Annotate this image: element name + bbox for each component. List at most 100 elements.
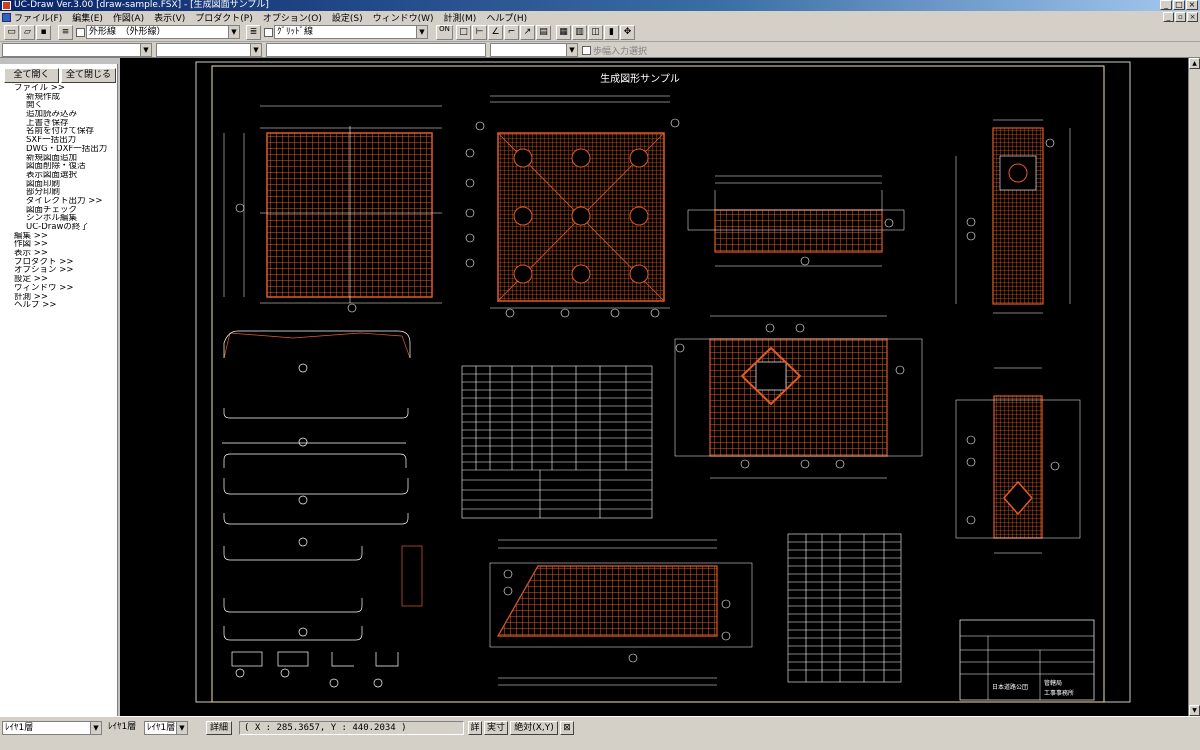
tree-command[interactable]: DWG・DXF一括出力 [6, 145, 116, 154]
rect-tool-icon[interactable]: □ [456, 25, 471, 40]
minimize-button[interactable]: _ [1160, 0, 1172, 10]
tree-command[interactable]: 追加読み込み [6, 110, 116, 119]
tree-category[interactable]: 編集 >> [6, 232, 116, 241]
grid-tool-icon[interactable]: ▦ [556, 25, 571, 40]
linetype-icon[interactable]: ≣ [246, 25, 261, 40]
tree-command[interactable]: 部分印刷 [6, 188, 116, 197]
tree-command[interactable]: ダイレクト出力 >> [6, 197, 116, 206]
layer-combo[interactable]: 外形線 （外形線） ▼ [86, 25, 240, 39]
layer-select-2[interactable]: ﾚｲﾔ1層 ▼ [144, 721, 188, 735]
table-tool-icon[interactable]: ▥ [572, 25, 587, 40]
tree-category[interactable]: 設定 >> [6, 275, 116, 284]
arrow-tool-icon[interactable]: ↗ [520, 25, 535, 40]
slab-plan-2[interactable] [465, 95, 680, 318]
chevron-down-icon[interactable]: ▼ [228, 26, 239, 38]
window-titlebar[interactable]: UC-Draw Ver.3.00 [draw-sample.FSX] - [生成… [0, 0, 1200, 11]
snap-on-button[interactable]: ON [436, 25, 453, 40]
chevron-down-icon[interactable]: ▼ [176, 722, 187, 734]
document-icon[interactable] [2, 13, 11, 22]
tree-category[interactable]: プロダクト >> [6, 258, 116, 267]
tree-category[interactable]: 作図 >> [6, 240, 116, 249]
step-checkbox[interactable] [582, 46, 591, 55]
menu-measure[interactable]: 計測(M) [444, 11, 477, 24]
move-tool-icon[interactable]: ✥ [620, 25, 635, 40]
combo-4[interactable]: ▼ [490, 43, 578, 57]
doc-minimize-button[interactable]: _ [1163, 12, 1174, 22]
doc-close-button[interactable]: × [1187, 12, 1198, 22]
column-plan[interactable] [955, 119, 1071, 314]
drawing-svg[interactable]: 生成図形サンプル 日本道路公団 管轄局 工事事務所 [120, 58, 1188, 716]
new-file-icon[interactable]: ▭ [4, 25, 19, 40]
quantity-table[interactable] [787, 533, 902, 683]
tree-command[interactable]: 図面削除・復活 [6, 162, 116, 171]
beam-section[interactable] [687, 175, 905, 267]
doc-restore-button[interactable]: ▫ [1175, 12, 1186, 22]
maximize-button[interactable]: □ [1173, 0, 1185, 10]
tree-command[interactable]: 図面チェック [6, 206, 116, 215]
tree-command[interactable]: SXF一括出力 [6, 136, 116, 145]
tree-command[interactable]: シンボル編集 [6, 214, 116, 223]
tree-category[interactable]: 表示 >> [6, 249, 116, 258]
slab-opening-plan[interactable] [674, 315, 923, 479]
absolute-coord-button[interactable]: 絶対(X,Y) [510, 721, 558, 735]
layer-select-1[interactable]: ﾚｲﾔ1層 ▼ [2, 721, 102, 735]
tree-category[interactable]: 計測 >> [6, 293, 116, 302]
close-panel-icon[interactable]: ⊠ [560, 721, 574, 735]
rebar-shapes[interactable] [222, 330, 423, 688]
actual-size-button[interactable]: 実寸 [484, 721, 508, 735]
scroll-up-icon[interactable]: ▲ [1189, 58, 1200, 69]
menu-file[interactable]: ファイル(F) [14, 11, 62, 24]
layer-checkbox[interactable] [76, 28, 85, 37]
drawing-canvas[interactable]: 生成図形サンプル 日本道路公団 管轄局 工事事務所 [120, 58, 1188, 716]
column-detail[interactable] [955, 367, 1081, 554]
tree-category[interactable]: オプション >> [6, 266, 116, 275]
tree-category[interactable]: ファイル >> [6, 84, 116, 93]
detail2-button[interactable]: 詳 [468, 721, 482, 735]
chevron-down-icon[interactable]: ▼ [140, 44, 151, 56]
trapezoid-slab[interactable] [489, 539, 753, 686]
layer-icon[interactable]: ≡ [58, 25, 73, 40]
linetype-combo[interactable]: ｸﾞﾘｯﾄﾞ線 ▼ [274, 25, 428, 39]
chevron-down-icon[interactable]: ▼ [250, 44, 261, 56]
detail-button[interactable]: 詳細 [206, 721, 232, 735]
title-block[interactable]: 日本道路公団 管轄局 工事事務所 [959, 619, 1095, 701]
scroll-down-icon[interactable]: ▼ [1189, 705, 1200, 716]
chevron-down-icon[interactable]: ▼ [566, 44, 577, 56]
menu-help[interactable]: ヘルプ(H) [486, 11, 527, 24]
save-icon[interactable]: ▪ [36, 25, 51, 40]
expand-all-button[interactable]: 全て開く [4, 68, 59, 83]
menu-view[interactable]: 表示(V) [154, 11, 185, 24]
hatch-tool-icon[interactable]: ▤ [536, 25, 551, 40]
menu-settings[interactable]: 設定(S) [332, 11, 363, 24]
combo-3[interactable] [266, 43, 486, 57]
tree-command[interactable]: 上書き保存 [6, 119, 116, 128]
column-tool-icon[interactable]: ▮ [604, 25, 619, 40]
dimension-tool-icon[interactable]: ⊢ [472, 25, 487, 40]
menu-edit[interactable]: 編集(E) [72, 11, 103, 24]
layers-tool-icon[interactable]: ◫ [588, 25, 603, 40]
chevron-down-icon[interactable]: ▼ [416, 26, 427, 38]
chevron-down-icon[interactable]: ▼ [90, 722, 101, 734]
tree-command[interactable]: 新規図面追加 [6, 154, 116, 163]
tree-command[interactable]: 開く [6, 101, 116, 110]
tree-command[interactable]: 名前を付けて保存 [6, 127, 116, 136]
open-folder-icon[interactable]: ▱ [20, 25, 35, 40]
angle-tool-icon[interactable]: ∠ [488, 25, 503, 40]
rebar-schedule-table[interactable] [461, 365, 653, 519]
linetype-checkbox[interactable] [264, 28, 273, 37]
close-button[interactable]: × [1186, 0, 1198, 10]
combo-1[interactable]: ▼ [2, 43, 152, 57]
menu-option[interactable]: オプション(O) [263, 11, 322, 24]
menu-draw[interactable]: 作図(A) [113, 11, 144, 24]
vertical-scrollbar[interactable]: ▲ ▼ [1188, 58, 1200, 716]
collapse-all-button[interactable]: 全て閉じる [61, 68, 116, 83]
tree-category[interactable]: ヘルプ >> [6, 301, 116, 310]
menu-window[interactable]: ウィンドウ(W) [373, 11, 434, 24]
tree-command[interactable]: 図面印刷 [6, 180, 116, 189]
leader-tool-icon[interactable]: ⌐ [504, 25, 519, 40]
tree-command[interactable]: 新規作成 [6, 93, 116, 102]
tree-category[interactable]: ウィンドウ >> [6, 284, 116, 293]
tree-command[interactable]: UC-Drawの終了 [6, 223, 116, 232]
menu-product[interactable]: プロダクト(P) [195, 11, 252, 24]
tree-command[interactable]: 表示図面選択 [6, 171, 116, 180]
